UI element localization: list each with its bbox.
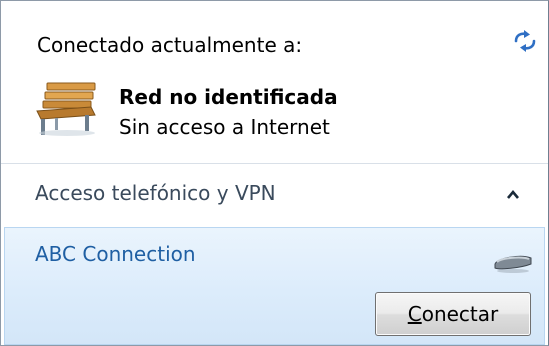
connect-button-mnemonic: C — [407, 302, 422, 326]
refresh-icon[interactable] — [511, 29, 539, 53]
network-name: Red no identificada — [119, 85, 338, 109]
network-flyout: Conectado actualmente a: Red no identifi… — [0, 0, 549, 346]
bench-icon — [33, 81, 99, 137]
connect-button[interactable]: Conectar — [375, 292, 531, 336]
connected-to-label: Conectado actualmente a: — [37, 33, 303, 57]
connect-button-label: onectar — [421, 302, 499, 326]
network-status: Sin acceso a Internet — [119, 115, 330, 139]
connection-name: ABC Connection — [35, 242, 196, 266]
chevron-up-icon[interactable] — [506, 186, 520, 199]
dialup-vpn-section-header[interactable]: Acceso telefónico y VPN — [1, 164, 548, 226]
section-title: Acceso telefónico y VPN — [35, 181, 276, 205]
connection-item-abc[interactable]: ABC Connection Conectar — [4, 227, 545, 345]
modem-icon — [491, 252, 535, 274]
